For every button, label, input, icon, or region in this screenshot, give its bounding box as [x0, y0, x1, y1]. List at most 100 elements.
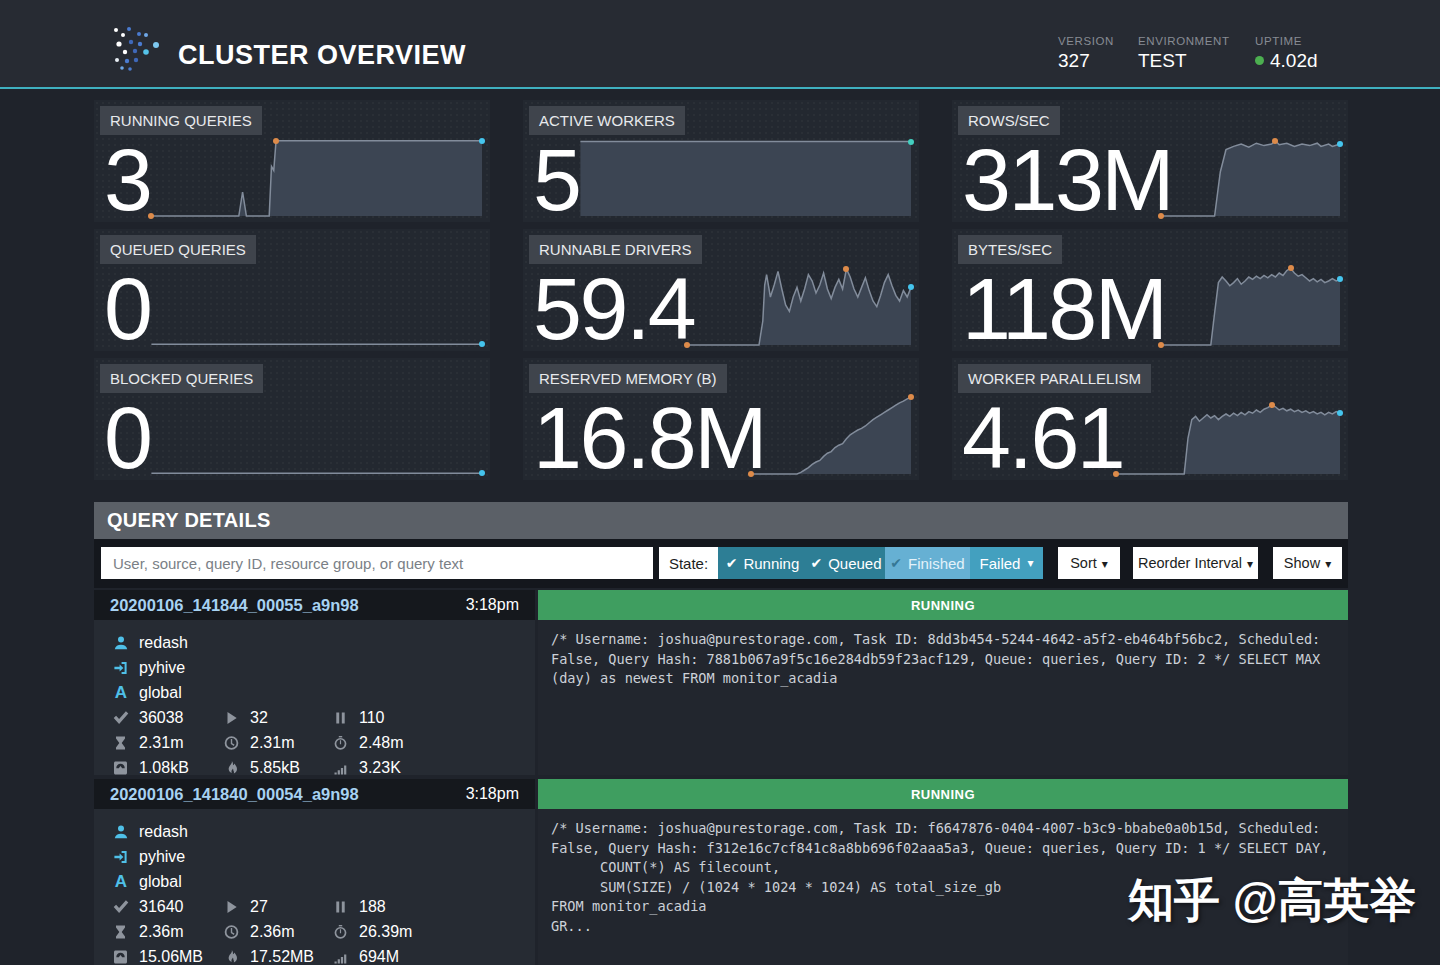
metric-value: 118M: [962, 265, 1166, 353]
metric-sparkline: [102, 394, 482, 474]
query-id[interactable]: 20200106_141840_00054_a9n98: [110, 785, 359, 804]
page-title: CLUSTER OVERVIEW: [178, 40, 466, 71]
metric-sparkline: [102, 136, 482, 216]
caret-down-icon: ▾: [1247, 557, 1253, 571]
metric-tile-queued-queries: QUEUED QUERIES0: [94, 229, 490, 351]
query-resource-group: global: [139, 684, 182, 702]
caret-down-icon: ▾: [1027, 556, 1033, 570]
sparkline-marker-dot: [1337, 141, 1343, 147]
metric-sparkline: [102, 265, 482, 345]
resource-group-icon: A: [112, 872, 130, 892]
stat-splits-queued: 188: [359, 898, 386, 916]
bar-chart-icon: [332, 760, 349, 776]
stat-memory: 1.08kB: [139, 759, 189, 777]
header-stat-version: VERSION 327: [1058, 35, 1114, 72]
stat-peak-memory: 17.52MB: [250, 948, 314, 965]
search-input[interactable]: [101, 547, 653, 579]
metric-label: BYTES/SEC: [958, 235, 1062, 264]
state-filter-group: State: ✔Running ✔Queued ✔Finished Failed…: [659, 547, 1043, 579]
sparkline-marker-dot: [1288, 265, 1294, 271]
uptime-status-dot: [1255, 56, 1264, 65]
query-source: pyhive: [139, 848, 185, 866]
scale-icon: [112, 760, 129, 776]
header-stat-environment: ENVIRONMENT TEST: [1138, 35, 1230, 72]
sparkline-marker-dot: [273, 138, 279, 144]
stopwatch-icon: [332, 735, 349, 751]
query-row-detail: RUNNING /* Username: joshua@purestorage.…: [538, 590, 1348, 775]
pause-icon: [332, 710, 349, 726]
metric-tile-running-queries: RUNNING QUERIES3: [94, 100, 490, 222]
app-logo-icon: [112, 22, 162, 72]
sparkline-marker-dot: [1269, 402, 1275, 408]
metric-label: RESERVED MEMORY (B): [529, 364, 727, 393]
stat-queued-time: 2.31m: [139, 734, 183, 752]
fire-icon: [223, 760, 240, 776]
sparkline-marker-dot: [908, 394, 914, 400]
app-header: CLUSTER OVERVIEW VERSION 327 ENVIRONMENT…: [0, 0, 1440, 89]
metric-value: 59.4: [533, 265, 694, 353]
query-row-info[interactable]: 20200106_141844_00055_a9n98 3:18pm redas…: [94, 590, 535, 775]
check-icon: [112, 710, 129, 726]
caret-down-icon: ▾: [1325, 557, 1331, 571]
metric-sparkline: [531, 136, 911, 216]
sparkline-marker-dot: [908, 284, 914, 290]
clock-icon: [223, 735, 240, 751]
sparkline-marker-dot: [1272, 138, 1278, 144]
metric-label: WORKER PARALLELISM: [958, 364, 1151, 393]
state-filter-failed[interactable]: Failed▾: [970, 547, 1043, 579]
query-source: pyhive: [139, 659, 185, 677]
query-status-badge: RUNNING: [538, 590, 1348, 620]
metric-tile-active-workers: ACTIVE WORKERS5: [523, 100, 919, 222]
scale-icon: [112, 949, 129, 965]
watermark: 知乎 @高英举: [1128, 870, 1416, 932]
hourglass-icon: [112, 735, 129, 751]
sort-dropdown[interactable]: Sort▾: [1058, 547, 1120, 579]
stat-splits-completed: 31640: [139, 898, 184, 916]
sparkline-marker-dot: [479, 138, 485, 144]
metric-tile-rows-sec: ROWS/SEC313M: [952, 100, 1348, 222]
stat-peak-memory: 5.85kB: [250, 759, 300, 777]
query-resource-group: global: [139, 873, 182, 891]
metric-value: 16.8M: [533, 394, 765, 482]
metric-value: 4.61: [962, 394, 1123, 482]
state-filter-queued[interactable]: ✔Queued: [807, 547, 885, 579]
stat-elapsed-time: 2.31m: [250, 734, 294, 752]
query-user: redash: [139, 823, 188, 841]
source-icon: [112, 660, 130, 676]
query-time: 3:18pm: [466, 785, 519, 803]
metric-value: 313M: [962, 136, 1172, 224]
metric-tiles-grid: RUNNING QUERIES3 ACTIVE WORKERS5 ROWS/SEC3…: [94, 100, 1348, 480]
header-stat-uptime: UPTIME 4.02d: [1255, 35, 1318, 72]
stat-elapsed-time: 2.36m: [250, 923, 294, 941]
user-icon: [112, 824, 130, 840]
query-id[interactable]: 20200106_141844_00055_a9n98: [110, 596, 359, 615]
source-icon: [112, 849, 130, 865]
caret-down-icon: ▾: [1102, 557, 1108, 571]
metric-value: 0: [104, 265, 150, 353]
metric-label: ACTIVE WORKERS: [529, 106, 685, 135]
state-filter-label: State:: [659, 547, 718, 579]
show-dropdown[interactable]: Show▾: [1273, 547, 1342, 579]
stat-cpu-time: 2.48m: [359, 734, 403, 752]
stat-rows: 694M: [359, 948, 399, 965]
metric-tile-blocked-queries: BLOCKED QUERIES0: [94, 358, 490, 480]
state-filter-running[interactable]: ✔Running: [718, 547, 807, 579]
check-icon: ✔: [726, 555, 738, 571]
reorder-interval-dropdown[interactable]: Reorder Interval▾: [1133, 547, 1258, 579]
check-icon: ✔: [810, 555, 822, 571]
sparkline-marker-dot: [479, 341, 485, 347]
query-details-header: QUERY DETAILS: [94, 502, 1348, 539]
query-row-header: 20200106_141840_00054_a9n98 3:18pm: [94, 779, 535, 809]
resource-group-icon: A: [112, 683, 130, 703]
sparkline-marker-dot: [908, 139, 914, 145]
play-icon: [223, 899, 240, 915]
metric-label: RUNNING QUERIES: [100, 106, 262, 135]
metric-tile-runnable-drivers: RUNNABLE DRIVERS59.4: [523, 229, 919, 351]
query-row-info[interactable]: 20200106_141840_00054_a9n98 3:18pm redas…: [94, 779, 535, 965]
play-icon: [223, 710, 240, 726]
metric-tile-worker-parallelism: WORKER PARALLELISM4.61: [952, 358, 1348, 480]
bar-chart-icon: [332, 949, 349, 965]
clock-icon: [223, 924, 240, 940]
metric-label: QUEUED QUERIES: [100, 235, 256, 264]
state-filter-finished[interactable]: ✔Finished: [885, 547, 970, 579]
